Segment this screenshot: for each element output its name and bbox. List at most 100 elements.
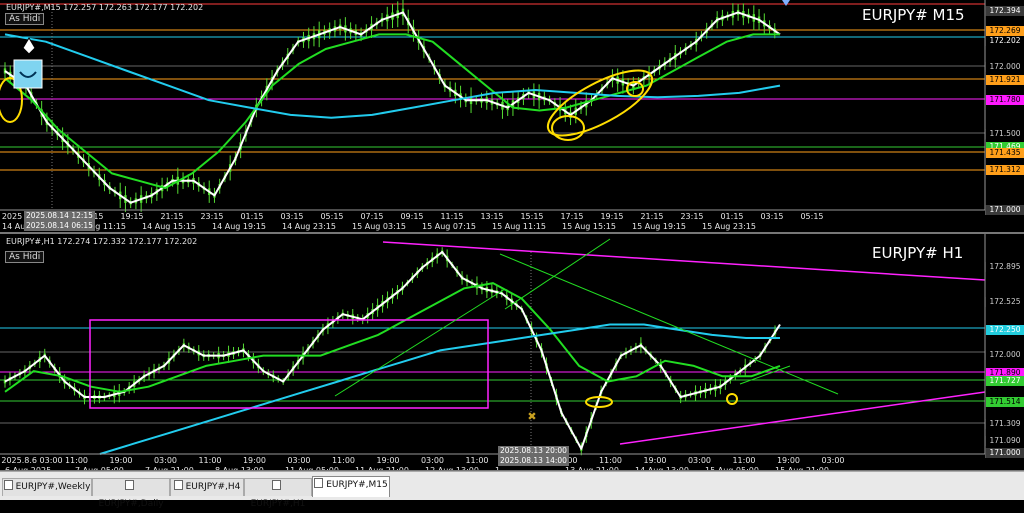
time-tick-label: 05:15	[800, 212, 823, 221]
time-tick-label: 15:15	[520, 212, 543, 221]
date-tick-label: 1	[495, 466, 500, 470]
chart-pane-h1[interactable]: ✖ 2025.8.6 03:00 11:00 19:00 03:00 11:00 19:00…	[0, 234, 1024, 471]
time-tick-label: 19:00	[376, 456, 399, 465]
time-tick-label: 19:00	[109, 456, 132, 465]
chart-window-icon	[314, 478, 324, 488]
price-label: 171.921	[985, 75, 1024, 85]
time-tick-label: 09:15	[400, 212, 423, 221]
h1-symbol-label: EURJPY# H1	[872, 244, 964, 262]
tab-daily[interactable]: EURJPY#,Daily	[92, 478, 170, 509]
time-tick-label: 11:00	[599, 456, 622, 465]
time-tick-label: 19:00	[777, 456, 800, 465]
price-label: 172.000	[985, 350, 1024, 360]
date-tick-label: 15 Aug 21:00	[775, 466, 829, 470]
time-tick-label: 03:00	[421, 456, 444, 465]
time-tick-label: 05:15	[320, 212, 343, 221]
date-tick-label: 14 Aug 15:15	[142, 222, 196, 231]
price-label: 171.000	[985, 448, 1024, 458]
time-tick-label: 23:15	[680, 212, 703, 221]
date-tick-label: 15 Aug 19:15	[632, 222, 686, 231]
green-trend-line	[499, 253, 839, 395]
price-label: 171.090	[985, 436, 1024, 446]
time-tick-label: 11:00	[732, 456, 755, 465]
tab-m15[interactable]: EURJPY#,M15	[312, 476, 390, 497]
shift-marker-icon	[782, 0, 790, 6]
tab-h4[interactable]: EURJPY#,H4	[170, 478, 244, 496]
time-tick-label: 03:15	[760, 212, 783, 221]
time-tick-label: 19:00	[643, 456, 666, 465]
chart-window-icon	[125, 480, 134, 490]
price-label: 172.000	[985, 62, 1024, 72]
yellow-highlight-ellipse	[726, 393, 738, 405]
date-tick-label: 7 Aug 21:00	[145, 466, 194, 470]
price-label: 171.514	[985, 397, 1024, 407]
price-label: 172.394	[985, 6, 1024, 16]
m15-header: EURJPY#,M15 172.257 172.263 172.177 172.…	[6, 3, 204, 12]
yellow-highlight-ellipse	[551, 115, 585, 141]
time-tick-label: 19:15	[120, 212, 143, 221]
price-label: 171.780	[985, 95, 1024, 105]
tab-h1[interactable]: EURJPY#,H1	[244, 478, 312, 509]
date-tick-label: 15 Aug 15:15	[562, 222, 616, 231]
date-tick-label: 15 Aug 23:15	[702, 222, 756, 231]
price-label: 172.250	[985, 325, 1024, 335]
date-tick-label: 12 Aug 13:00	[425, 466, 479, 470]
smile-icon	[13, 59, 43, 89]
green-trend-line	[739, 365, 791, 385]
price-label: 171.500	[985, 129, 1024, 139]
time-tick-label: 03:00	[287, 456, 310, 465]
time-tick-label: 21:15	[160, 212, 183, 221]
green-trend-line	[504, 238, 611, 310]
time-tick-label: 11:00	[332, 456, 355, 465]
time-tick-label: 2025	[2, 212, 22, 221]
chart-tab-bar: EURJPY#,Weekly EURJPY#,Daily EURJPY#,H4 …	[0, 471, 1024, 509]
time-tick-label: 03:15	[280, 212, 303, 221]
as-hide-button[interactable]: As Hidi	[5, 13, 45, 25]
time-tick-label: 11:15	[440, 212, 463, 221]
date-tick-label: 15 Aug 03:15	[352, 222, 406, 231]
range-box	[89, 319, 489, 409]
h1-header: EURJPY#,H1 172.274 172.332 172.177 172.2…	[6, 237, 198, 246]
crosshair-date-tag-h1: 2025.08.13 14:00	[498, 456, 569, 466]
date-tick-label: 15 Aug 05:00	[705, 466, 759, 470]
date-tick-label: 14 Aug 13:00	[635, 466, 689, 470]
date-tick-label: 14 Aug 19:15	[212, 222, 266, 231]
price-label: 172.202	[985, 36, 1024, 46]
date-tick-label: 15 Aug 11:15	[492, 222, 546, 231]
price-label: 171.312	[985, 165, 1024, 175]
crosshair-date-tag: 2025.08.14 06:15	[24, 221, 95, 231]
price-label: 172.525	[985, 297, 1024, 307]
time-tick-label: 19:15	[600, 212, 623, 221]
time-tick-label: 01:15	[720, 212, 743, 221]
yellow-highlight-ellipse	[546, 69, 654, 137]
m15-chart-canvas[interactable]: 2025 15:15 17:15 19:15 21:15 23:15 01:15 03:15 0…	[0, 0, 1024, 232]
price-label: 171.435	[985, 148, 1024, 158]
as-hide-button-h1[interactable]: As Hidi	[5, 251, 45, 263]
price-label: 171.727	[985, 376, 1024, 386]
time-tick-label: 17:15	[560, 212, 583, 221]
time-tick-label: 19:00	[243, 456, 266, 465]
time-tick-label: 21:15	[640, 212, 663, 221]
chart-pane-m15[interactable]: 2025 15:15 17:15 19:15 21:15 23:15 01:15 03:15 0…	[0, 0, 1024, 234]
chart-window-icon	[3, 480, 13, 490]
support-trend-line	[619, 391, 986, 445]
crosshair-time-tag-h1: 2025.08.13 20:00	[498, 446, 569, 456]
tab-weekly[interactable]: EURJPY#,Weekly	[2, 478, 92, 496]
date-tick-label: 11 Aug 21:00	[355, 466, 409, 470]
time-tick-label: 11:00	[198, 456, 221, 465]
date-tick-label: 13 Aug 21:00	[565, 466, 619, 470]
cross-marker-icon: ✖	[527, 410, 536, 423]
date-tick-label: 8 Aug 13:00	[215, 466, 264, 470]
time-tick-label: 23:15	[200, 212, 223, 221]
date-tick-label: 11 Aug 05:00	[285, 466, 339, 470]
date-tick-label: 14 Aug 23:15	[282, 222, 336, 231]
chart-window-icon	[272, 480, 281, 490]
series-line-0	[4, 251, 781, 450]
h1-chart-canvas[interactable]: ✖ 2025.8.6 03:00 11:00 19:00 03:00 11:00 19:00…	[0, 234, 1024, 470]
time-tick-label: 03:00	[821, 456, 844, 465]
time-tick-label: 2025.8.6 03:00	[1, 456, 62, 465]
m15-symbol-label: EURJPY# M15	[862, 6, 965, 24]
price-label: 171.309	[985, 419, 1024, 429]
series-line-2	[99, 323, 780, 455]
price-label: 171.000	[985, 205, 1024, 215]
